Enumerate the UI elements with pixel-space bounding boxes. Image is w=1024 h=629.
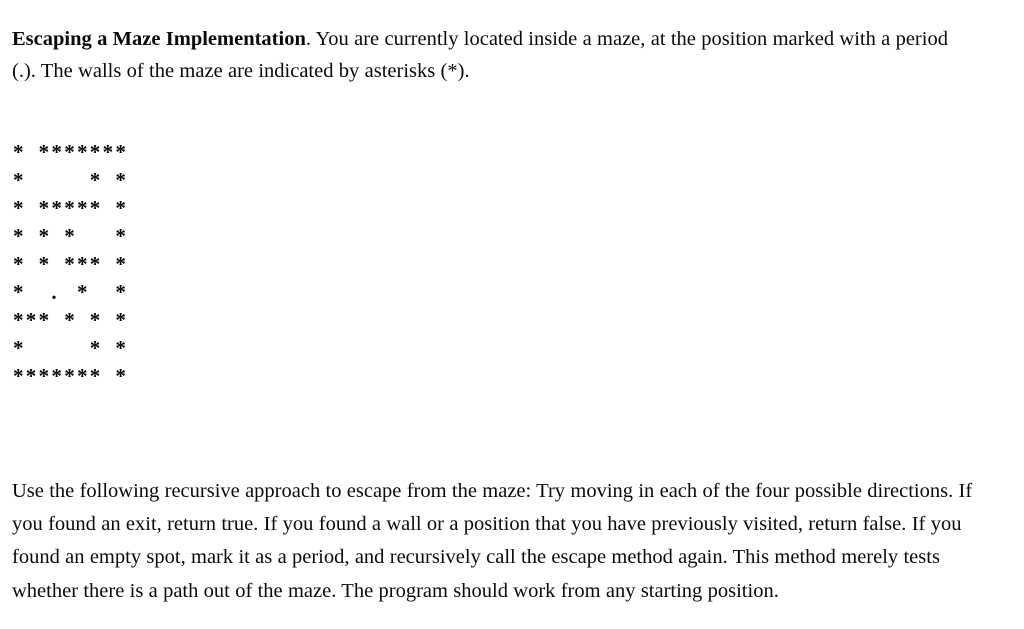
maze-empty-cell [77,334,90,362]
maze-wall-cell: * [115,280,126,304]
maze-wall-cell: * [51,364,62,388]
maze-wall-cell: * [51,196,62,220]
maze-empty-cell [103,334,116,362]
maze-row: * * * * * * [13,250,128,278]
maze-wall-cell: * [115,168,126,192]
maze-row: * * * * * * * [13,194,128,222]
maze-wall-cell: * [115,336,126,360]
maze-wall-cell: * [64,224,75,248]
maze-row: * * * [13,166,128,194]
maze-wall-cell: * [25,364,37,388]
maze-wall-cell: * [13,364,24,388]
maze-wall-cell: * [115,364,126,388]
maze-empty-cell [26,278,39,306]
maze-empty-cell [103,306,116,334]
maze-wall-cell: * [38,308,50,332]
maze-wall-cell: * [64,308,75,332]
maze-empty-cell [39,166,52,194]
maze-empty-cell [26,166,39,194]
maze-wall-cell: * [115,308,126,332]
maze-wall-cell: * [76,252,88,276]
maze-empty-cell [64,334,77,362]
maze-empty-cell [103,278,116,306]
maze-row: * . * * [13,278,128,306]
maze-wall-cell: * [89,364,101,388]
maze-empty-cell [51,334,64,362]
maze-wall-cell: * [89,252,101,276]
maze-wall-cell: * [13,224,24,248]
maze-empty-cell [26,250,39,278]
maze-empty-cell [26,194,39,222]
maze-wall-cell: * [89,308,101,332]
maze-wall-cell: * [13,308,24,332]
exercise-title: Escaping a Maze Implementation [12,27,306,50]
maze-empty-cell [39,334,52,362]
maze-wall-cell: * [64,140,75,164]
maze-wall-cell: * [51,140,62,164]
instructions-paragraph: Use the following recursive approach to … [12,479,973,602]
maze-wall-cell: * [64,252,75,276]
maze-wall-cell: * [76,196,88,220]
maze-wall-cell: * [13,196,24,220]
maze-row: * * * * * * * * [13,138,128,166]
maze-wall-cell: * [38,252,50,276]
maze-empty-cell [64,278,77,306]
maze-empty-cell [103,250,116,278]
maze-wall-cell: * [13,252,24,276]
maze-wall-cell: * [76,280,88,304]
maze-wall-cell: * [13,280,24,304]
maze-empty-cell [26,138,39,166]
maze-empty-cell [77,306,90,334]
document-page: Escaping a Maze Implementation. You are … [0,0,1024,629]
maze-wall-cell: * [38,140,50,164]
maze-wall-cell: * [102,140,114,164]
maze-wall-cell: * [76,364,88,388]
maze-wall-cell: * [115,224,126,248]
maze-wall-cell: * [89,196,101,220]
maze-empty-cell [103,222,116,250]
maze-wall-cell: * [13,168,24,192]
maze-wall-cell: * [115,140,126,164]
maze-wall-cell: * [25,308,37,332]
maze-empty-cell [26,222,39,250]
maze-empty-cell [51,222,64,250]
maze-wall-cell: * [13,336,24,360]
maze-empty-cell [51,306,64,334]
maze-wall-cell: * [13,140,24,164]
intro-paragraph: Escaping a Maze Implementation. You are … [12,23,972,87]
maze-empty-cell [26,334,39,362]
maze-ascii-art: * * * * * * * * * * * * * * * * * * * * * * * * * * * * *… [13,138,128,390]
maze-wall-cell: * [64,364,75,388]
maze-empty-cell [51,250,64,278]
maze-wall-cell: * [115,252,126,276]
maze-empty-cell [39,278,52,306]
maze-empty-cell [90,278,103,306]
maze-wall-cell: * [89,336,101,360]
maze-empty-cell [51,166,64,194]
maze-wall-cell: * [76,140,88,164]
maze-row: * * * * [13,222,128,250]
maze-wall-cell: * [64,196,75,220]
maze-wall-cell: * [89,140,101,164]
maze-empty-cell [64,166,77,194]
maze-row: * * * * * * * * [13,362,128,390]
maze-empty-cell [90,222,103,250]
maze-wall-cell: * [38,364,50,388]
maze-empty-cell [103,166,116,194]
maze-position-marker: . [51,280,57,304]
maze-wall-cell: * [89,168,101,192]
maze-row: * * * * * * [13,306,128,334]
maze-wall-cell: * [38,196,50,220]
maze-wall-cell: * [115,196,126,220]
maze-empty-cell [103,194,116,222]
maze-empty-cell [103,362,116,390]
maze-empty-cell [77,222,90,250]
maze-empty-cell [77,166,90,194]
maze-wall-cell: * [38,224,50,248]
maze-row: * * * [13,334,128,362]
